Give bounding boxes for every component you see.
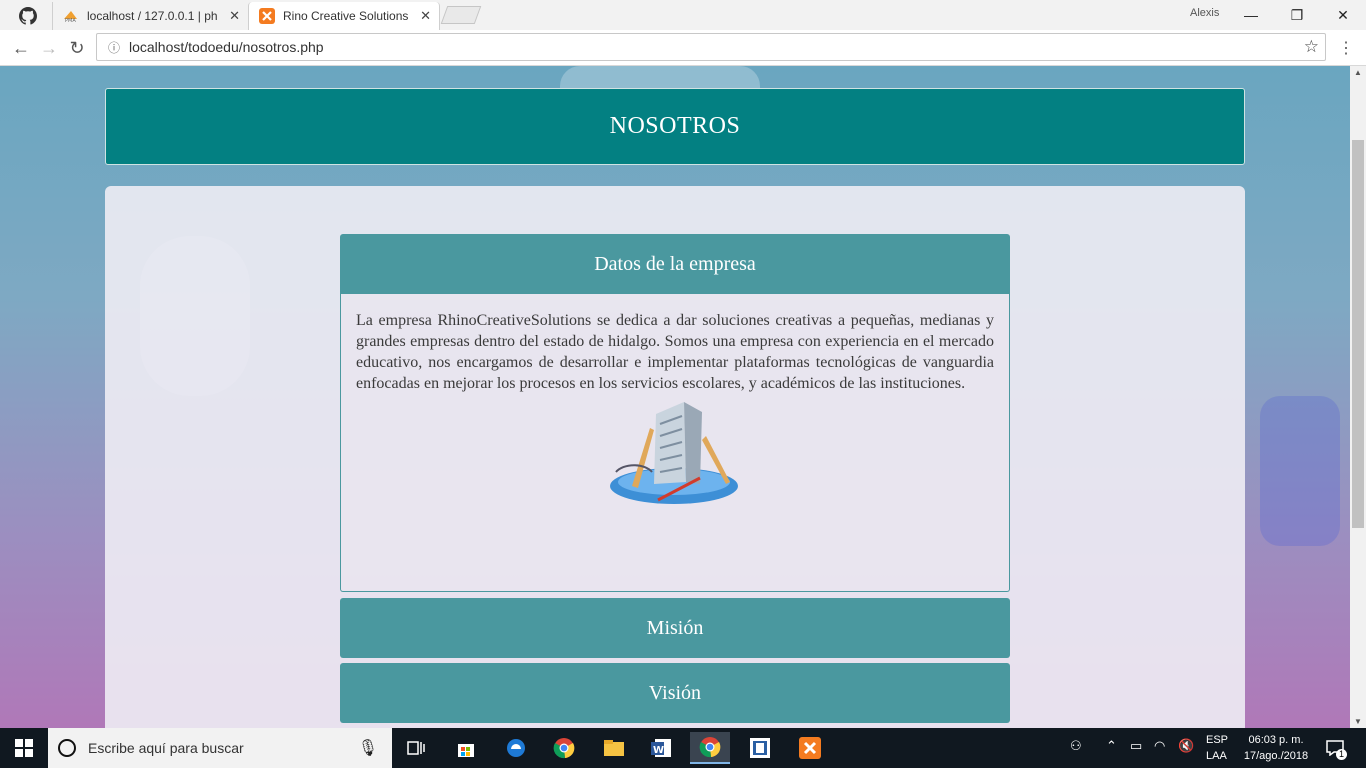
clock-time: 06:03 p. m.: [1248, 734, 1304, 746]
start-button[interactable]: [0, 728, 48, 768]
word-icon[interactable]: W: [642, 732, 682, 764]
xampp-taskbar-icon[interactable]: [790, 732, 830, 764]
building-illustration-icon: [610, 402, 738, 504]
page-header: NOSOTROS: [105, 88, 1245, 165]
browser-toolbar: ← → ↻ ⓘ localhost/todoedu/nosotros.php ☆…: [0, 30, 1366, 66]
accordion-header-vision[interactable]: Visión: [340, 663, 1010, 723]
volume-muted-icon[interactable]: 🔇: [1178, 738, 1194, 754]
forward-icon[interactable]: →: [38, 37, 60, 59]
edge-icon[interactable]: [496, 732, 536, 764]
tab-label: Rino Creative Solutions: [283, 9, 409, 23]
accordion-item-mision: Misión: [340, 598, 1010, 658]
reload-icon[interactable]: ↻: [66, 37, 88, 59]
minimize-button[interactable]: —: [1228, 0, 1274, 30]
accordion-header-mision[interactable]: Misión: [340, 598, 1010, 658]
back-icon[interactable]: ←: [10, 37, 32, 59]
page-scrollbar[interactable]: ▲ ▼: [1350, 66, 1366, 728]
phpmyadmin-icon: PMA: [64, 11, 77, 23]
language-bottom: LAA: [1206, 750, 1227, 762]
url-text[interactable]: localhost/todoedu/nosotros.php: [129, 39, 324, 55]
scroll-up-icon[interactable]: ▲: [1354, 68, 1362, 77]
svg-text:W: W: [653, 745, 664, 756]
file-explorer-icon[interactable]: [594, 732, 634, 764]
people-icon[interactable]: ⚇: [1070, 738, 1082, 754]
xampp-icon: [259, 8, 275, 24]
notification-count: 1: [1336, 749, 1347, 760]
restore-button[interactable]: ❐: [1274, 0, 1320, 30]
language-top: ESP: [1206, 734, 1229, 746]
language-indicator[interactable]: ESP LAA: [1206, 732, 1229, 764]
tab-rino-creative[interactable]: Rino Creative Solutions ✕: [248, 2, 440, 30]
windows-logo-icon: [15, 739, 33, 757]
accordion-body-datos: La empresa RhinoCreativeSolutions se ded…: [340, 294, 1010, 592]
close-window-button[interactable]: ✕: [1320, 0, 1366, 30]
address-bar[interactable]: ⓘ localhost/todoedu/nosotros.php ☆: [96, 33, 1326, 61]
cortana-icon: [58, 739, 76, 757]
wifi-icon[interactable]: ◠: [1154, 738, 1165, 754]
background-pens-shape: [1260, 396, 1340, 546]
taskbar-search[interactable]: Escribe aquí para buscar 🎙: [48, 728, 392, 768]
tab-github[interactable]: [8, 2, 48, 30]
page-viewport: NOSOTROS Datos de la empresa La empresa …: [0, 66, 1350, 728]
content-panel: Datos de la empresa La empresa RhinoCrea…: [105, 186, 1245, 728]
bookmark-star-icon[interactable]: ☆: [1304, 37, 1319, 57]
menu-icon[interactable]: ⋮: [1338, 38, 1354, 58]
clock-date: 17/ago./2018: [1243, 750, 1309, 762]
chevron-up-icon[interactable]: ⌃: [1106, 738, 1117, 754]
chrome-icon[interactable]: [544, 732, 584, 764]
github-icon: [19, 7, 37, 25]
tab-phpmyadmin[interactable]: PMA localhost / 127.0.0.1 | php ✕: [52, 2, 248, 30]
app-window-icon[interactable]: [740, 732, 780, 764]
notification-center-icon[interactable]: 1: [1320, 732, 1350, 764]
scroll-thumb[interactable]: [1352, 140, 1364, 528]
scroll-down-icon[interactable]: ▼: [1354, 717, 1362, 726]
close-tab-icon[interactable]: ✕: [229, 8, 240, 24]
accordion-item-datos: Datos de la empresa La empresa RhinoCrea…: [340, 234, 1010, 592]
battery-icon[interactable]: ▭: [1130, 738, 1142, 754]
close-tab-icon[interactable]: ✕: [420, 8, 431, 24]
page-title: NOSOTROS: [609, 113, 741, 139]
tab-label: localhost / 127.0.0.1 | php: [87, 9, 217, 23]
new-tab-button[interactable]: [440, 6, 482, 24]
chrome-active-icon[interactable]: [690, 732, 730, 764]
svg-text:PMA: PMA: [65, 18, 76, 23]
clock[interactable]: 06:03 p. m. 17/ago./2018: [1236, 732, 1316, 764]
tab-bar: PMA localhost / 127.0.0.1 | php ✕ Rino C…: [0, 0, 1366, 30]
profile-name[interactable]: Alexis: [1190, 7, 1219, 19]
info-icon[interactable]: ⓘ: [103, 39, 125, 56]
search-placeholder: Escribe aquí para buscar: [88, 740, 244, 756]
windows-taskbar: Escribe aquí para buscar 🎙 W ⚇ ⌃ ▭ ◠ 🔇 E…: [0, 728, 1366, 768]
accordion-item-vision: Visión: [340, 663, 1010, 723]
accordion-header-datos[interactable]: Datos de la empresa: [340, 234, 1010, 294]
store-icon[interactable]: [446, 732, 486, 764]
task-view-icon[interactable]: [396, 732, 436, 764]
microphone-icon[interactable]: 🎙: [358, 738, 378, 758]
